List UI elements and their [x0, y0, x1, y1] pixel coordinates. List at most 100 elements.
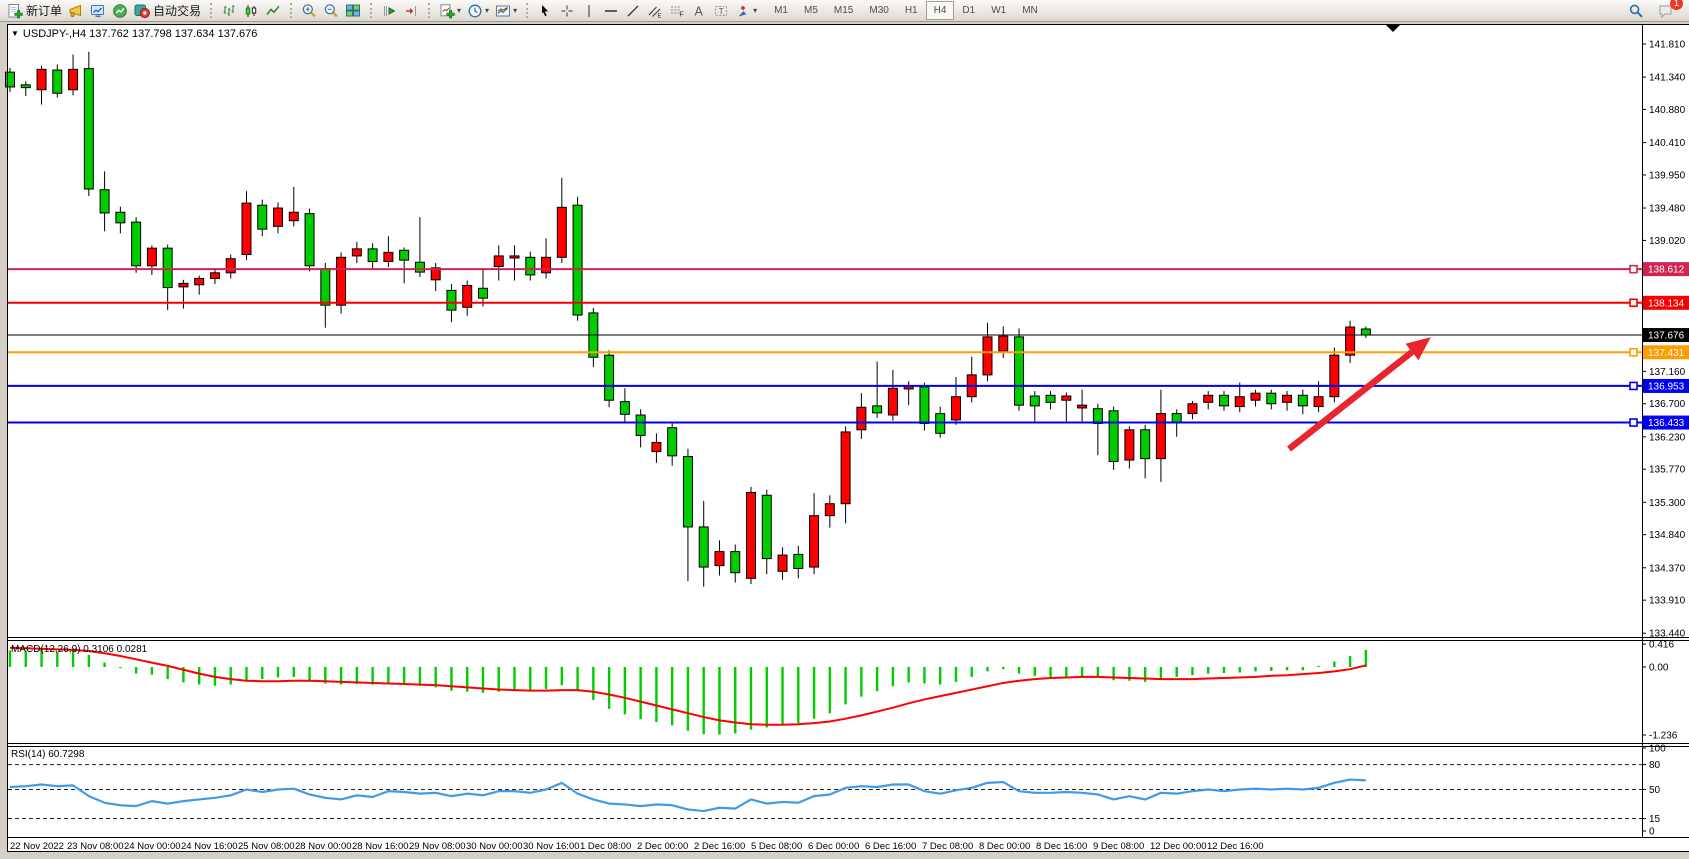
- candlestick-down: [1030, 396, 1039, 406]
- timeframe-h1[interactable]: H1: [897, 1, 926, 20]
- chart-canvas[interactable]: 141.810141.340140.880140.410139.950139.4…: [0, 0, 1689, 859]
- timeframe-h4[interactable]: H4: [926, 1, 955, 20]
- candlestick-up: [384, 252, 393, 261]
- new-order-button[interactable]: 新订单: [4, 1, 65, 21]
- market-watch-button[interactable]: [87, 1, 109, 21]
- zoom-in-button[interactable]: [298, 1, 320, 21]
- line-drag-handle[interactable]: [1630, 299, 1637, 306]
- price-tick-label: 141.810: [1649, 40, 1686, 51]
- search-button[interactable]: [1625, 1, 1647, 21]
- candlestick-down: [321, 269, 330, 306]
- top-toolbar: 新订单自动交易▾▾▾EFAT▾ M1M5M15M30H1H4D1W1MN 1: [0, 0, 1689, 22]
- toolbar-separator: [290, 3, 292, 18]
- crosshair-button[interactable]: [556, 1, 578, 21]
- text-icon: A: [691, 3, 707, 19]
- time-axis-label: 7 Dec 08:00: [922, 841, 973, 852]
- bar-chart-button[interactable]: [218, 1, 240, 21]
- candlestick-up: [1346, 327, 1355, 355]
- line-drag-handle[interactable]: [1630, 419, 1637, 426]
- price-tick-label: 139.020: [1649, 236, 1686, 247]
- candlestick-up: [226, 259, 235, 273]
- time-axis-label: 6 Dec 16:00: [865, 841, 916, 852]
- templates-icon: [495, 3, 511, 19]
- chart-shift-icon: [381, 3, 397, 19]
- candlestick-up: [242, 203, 251, 254]
- candlestick-up: [1235, 397, 1244, 407]
- candlestick-down: [1172, 414, 1181, 422]
- macd-tick-label: -1.236: [1649, 730, 1678, 741]
- line-drag-handle[interactable]: [1630, 349, 1637, 356]
- line-drag-handle[interactable]: [1630, 266, 1637, 273]
- candlestick-up: [352, 249, 361, 256]
- time-axis-label: 2 Dec 00:00: [637, 841, 688, 852]
- line-drag-handle[interactable]: [1630, 382, 1637, 389]
- tile-windows-button[interactable]: [342, 1, 364, 21]
- toolbar-separator: [428, 3, 430, 18]
- toolbar-separator: [210, 3, 212, 18]
- hline-button[interactable]: [600, 1, 622, 21]
- line-chart-button[interactable]: [262, 1, 284, 21]
- candlestick-up: [1204, 395, 1213, 402]
- fibonacci-button[interactable]: F: [666, 1, 688, 21]
- candlestick-down: [478, 288, 487, 298]
- time-axis-label: 30 Nov 00:00: [466, 841, 523, 852]
- macd-tick-label: 0.416: [1649, 640, 1674, 651]
- candlestick-up: [1078, 405, 1087, 408]
- trendline-icon: [625, 3, 641, 19]
- time-axis-label: 9 Dec 08:00: [1093, 841, 1144, 852]
- candlestick-up: [652, 442, 661, 451]
- candlestick-up: [1251, 393, 1260, 400]
- templates-button[interactable]: ▾: [492, 1, 520, 21]
- toolbar-button-label: 自动交易: [153, 2, 201, 19]
- candlestick-up: [951, 397, 960, 420]
- time-axis-label: 8 Dec 16:00: [1036, 841, 1087, 852]
- price-tick-label: 133.440: [1649, 629, 1686, 640]
- toolbar-group: E FAT▾: [534, 1, 760, 21]
- candlestick-down: [668, 428, 677, 456]
- price-tick-label: 140.410: [1649, 138, 1686, 149]
- new-chart-button[interactable]: [109, 1, 131, 21]
- candlestick-up: [747, 492, 756, 578]
- candlestick-down: [1298, 395, 1307, 406]
- candlestick-up: [542, 257, 551, 272]
- cursor-button[interactable]: [534, 1, 556, 21]
- time-axis-label: 8 Dec 00:00: [979, 841, 1030, 852]
- candlestick-up: [195, 278, 204, 284]
- rsi-tick-label: 80: [1649, 760, 1661, 771]
- chart-shift-button[interactable]: [378, 1, 400, 21]
- timeframe-mn[interactable]: MN: [1014, 1, 1046, 20]
- time-axis-label: 1 Dec 08:00: [580, 841, 631, 852]
- timeframe-w1[interactable]: W1: [983, 1, 1014, 20]
- price-tick-label: 135.300: [1649, 498, 1686, 509]
- text-button[interactable]: A: [688, 1, 710, 21]
- vline-button[interactable]: [578, 1, 600, 21]
- crosshair-icon: [559, 3, 575, 19]
- macd-indicator-label: MACD(12,26,9) 0.3106 0.0281: [11, 644, 147, 655]
- timeframe-m15[interactable]: M15: [826, 1, 861, 20]
- auto-scroll-button[interactable]: [400, 1, 422, 21]
- chart-shift-marker[interactable]: [1386, 25, 1400, 32]
- timeframe-d1[interactable]: D1: [954, 1, 983, 20]
- candlestick-up: [210, 273, 219, 279]
- candlestick-down: [132, 222, 141, 266]
- channel-button[interactable]: E: [644, 1, 666, 21]
- notifications-button[interactable]: 1: [1655, 1, 1677, 21]
- arrows-button[interactable]: ▾: [732, 1, 760, 21]
- price-line-label: 138.612: [1648, 265, 1685, 276]
- new-order-icon: [7, 3, 23, 19]
- label-button[interactable]: T: [710, 1, 732, 21]
- periods-button[interactable]: ▾: [464, 1, 492, 21]
- timeframe-m1[interactable]: M1: [766, 1, 796, 20]
- megaphone-button[interactable]: [65, 1, 87, 21]
- timeframe-m5[interactable]: M5: [796, 1, 826, 20]
- indicators-button[interactable]: ▾: [436, 1, 464, 21]
- chevron-down-icon: ▾: [513, 6, 517, 15]
- trendline-button[interactable]: [622, 1, 644, 21]
- autotrading-button[interactable]: 自动交易: [131, 1, 204, 21]
- candle-chart-button[interactable]: [240, 1, 262, 21]
- svg-text:E: E: [658, 13, 662, 19]
- time-axis-label: 23 Nov 08:00: [67, 841, 124, 852]
- svg-text:F: F: [680, 11, 684, 18]
- zoom-out-button[interactable]: [320, 1, 342, 21]
- timeframe-m30[interactable]: M30: [861, 1, 896, 20]
